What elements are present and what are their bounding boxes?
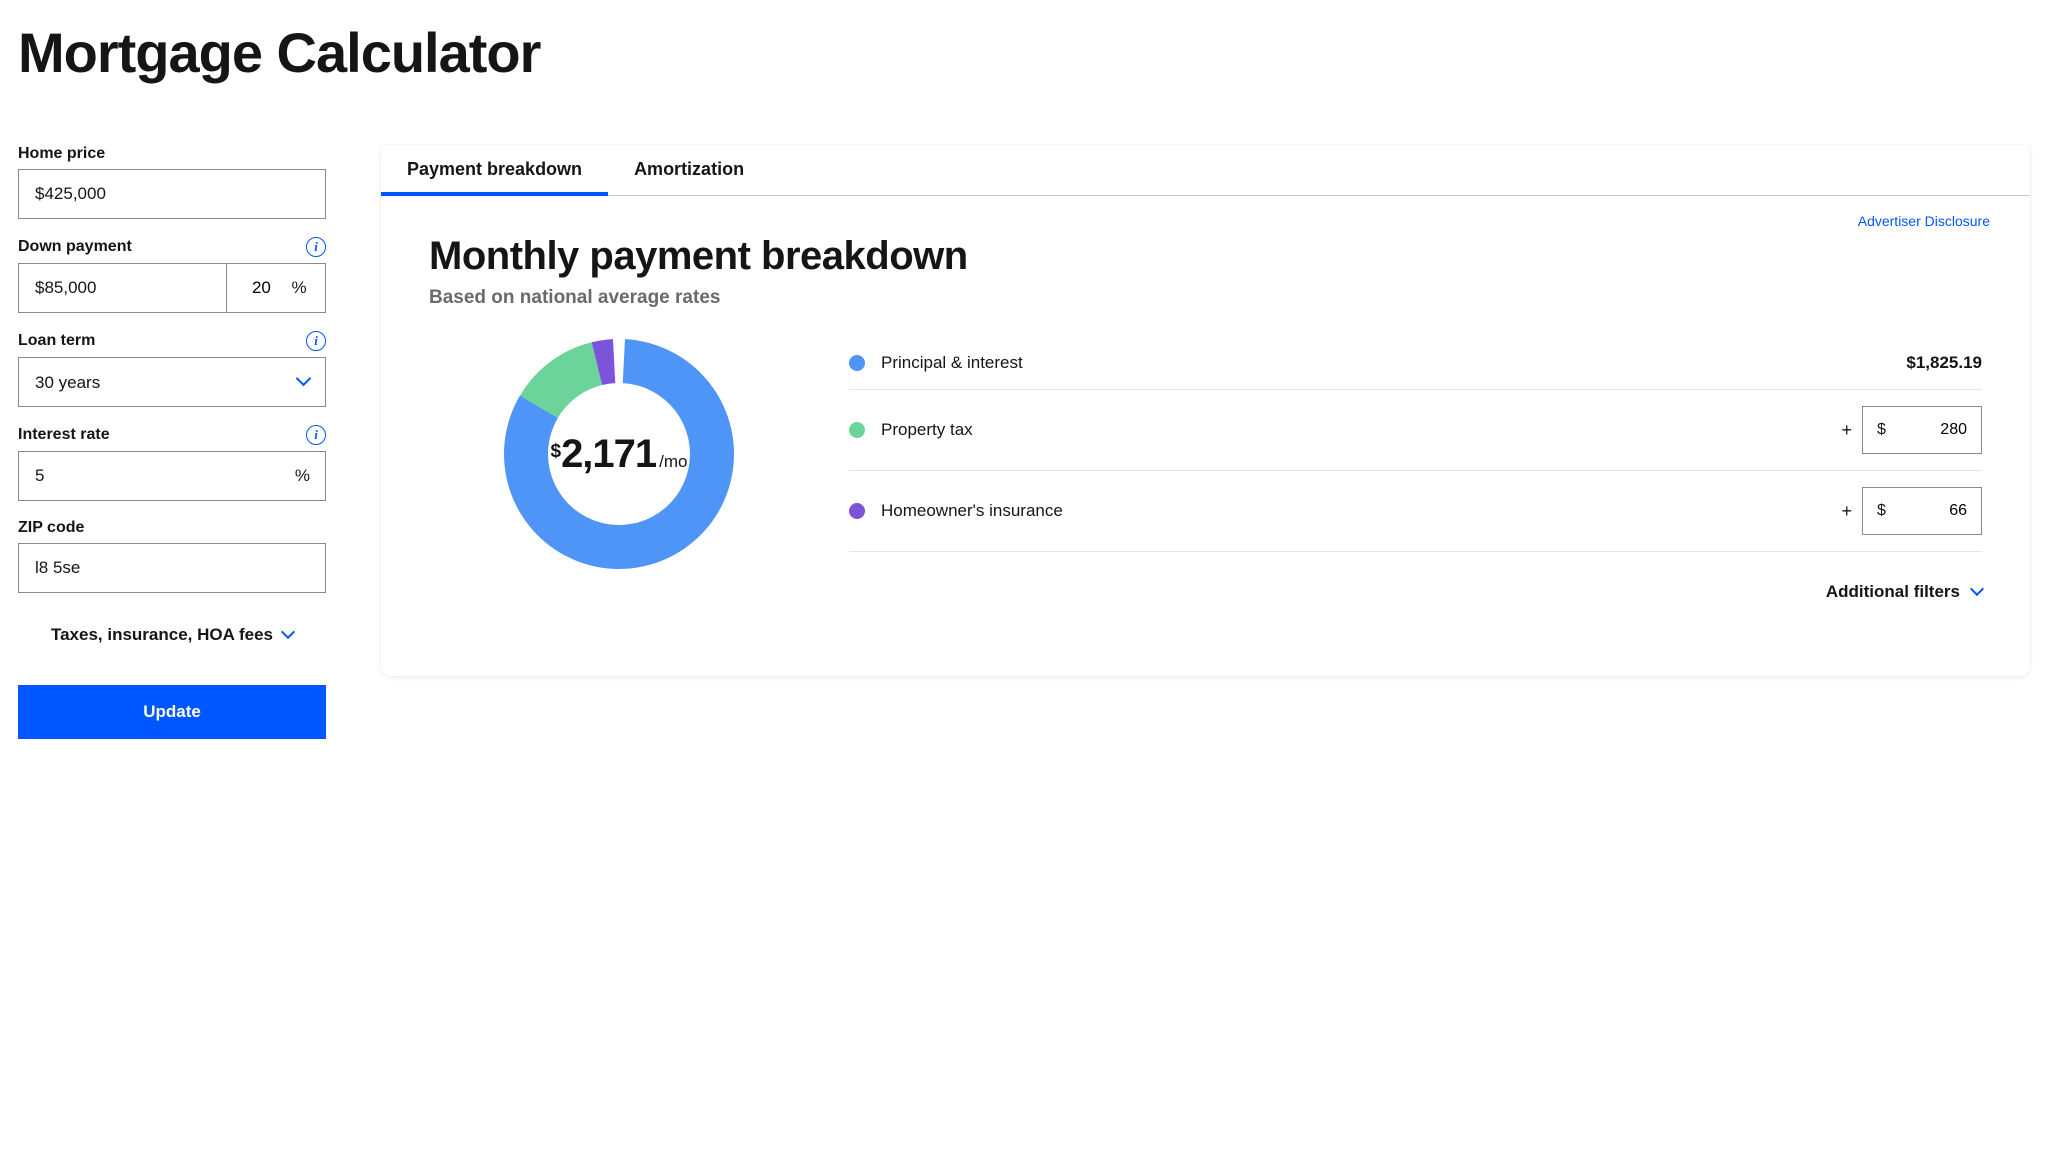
- currency-symbol: $: [1863, 502, 1896, 520]
- legend-label: Property tax: [881, 420, 1841, 440]
- additional-filters-toggle[interactable]: Additional filters: [849, 582, 1982, 602]
- total-suffix: /mo: [659, 452, 687, 472]
- legend-row-insurance: Homeowner's insurance + $: [849, 471, 1982, 552]
- plus-icon: +: [1841, 501, 1852, 522]
- down-payment-pct-input[interactable]: [245, 278, 277, 298]
- interest-rate-label: Interest rate: [18, 426, 110, 444]
- down-payment-label: Down payment: [18, 238, 132, 256]
- dot-icon: [849, 503, 865, 519]
- loan-term-select[interactable]: 30 years: [18, 357, 326, 407]
- zip-label: ZIP code: [18, 519, 84, 537]
- dot-icon: [849, 422, 865, 438]
- pct-suffix: %: [291, 278, 306, 298]
- donut-chart: $ 2,171 /mo: [502, 337, 736, 571]
- home-price-input[interactable]: [18, 169, 326, 219]
- legend-row-principal: Principal & interest $1,825.19: [849, 337, 1982, 390]
- down-payment-input[interactable]: [18, 263, 226, 313]
- total-currency: $: [550, 441, 561, 463]
- info-icon[interactable]: i: [306, 331, 326, 351]
- tax-input-box: $: [1862, 406, 1982, 454]
- breakdown-title: Monthly payment breakdown: [429, 234, 1982, 279]
- plus-icon: +: [1841, 420, 1852, 441]
- tab-amortization[interactable]: Amortization: [608, 145, 770, 195]
- chevron-down-icon: [283, 625, 293, 645]
- info-icon[interactable]: i: [306, 237, 326, 257]
- additional-filters-label: Additional filters: [1826, 582, 1960, 602]
- zip-input[interactable]: [18, 543, 326, 593]
- chevron-down-icon: [1972, 582, 1982, 602]
- page-title: Mortgage Calculator: [18, 20, 2030, 85]
- dot-icon: [849, 355, 865, 371]
- taxes-insurance-expand[interactable]: Taxes, insurance, HOA fees: [18, 625, 326, 645]
- down-payment-pct-box: %: [226, 263, 326, 313]
- interest-rate-input[interactable]: [18, 451, 326, 501]
- breakdown-subtitle: Based on national average rates: [429, 287, 1982, 309]
- update-button[interactable]: Update: [18, 685, 326, 739]
- legend-label: Principal & interest: [881, 353, 1906, 373]
- legend-list: Principal & interest $1,825.19 Property …: [849, 337, 1982, 602]
- currency-symbol: $: [1863, 421, 1896, 439]
- tabs: Payment breakdown Amortization: [381, 145, 2030, 196]
- info-icon[interactable]: i: [306, 425, 326, 445]
- legend-row-tax: Property tax + $: [849, 390, 1982, 471]
- advertiser-disclosure-link[interactable]: Advertiser Disclosure: [1858, 213, 1990, 229]
- taxes-insurance-label: Taxes, insurance, HOA fees: [51, 625, 273, 645]
- insurance-input-box: $: [1862, 487, 1982, 535]
- insurance-input[interactable]: [1896, 502, 1981, 520]
- results-panel: Payment breakdown Amortization Advertise…: [381, 145, 2030, 676]
- legend-value: $1,825.19: [1906, 353, 1982, 373]
- legend-label: Homeowner's insurance: [881, 501, 1841, 521]
- calculator-form: Home price Down payment i % Loan term i: [18, 145, 326, 739]
- home-price-label: Home price: [18, 145, 105, 163]
- tab-payment-breakdown[interactable]: Payment breakdown: [381, 145, 608, 195]
- property-tax-input[interactable]: [1896, 421, 1981, 439]
- total-amount: 2,171: [561, 432, 656, 477]
- loan-term-label: Loan term: [18, 332, 95, 350]
